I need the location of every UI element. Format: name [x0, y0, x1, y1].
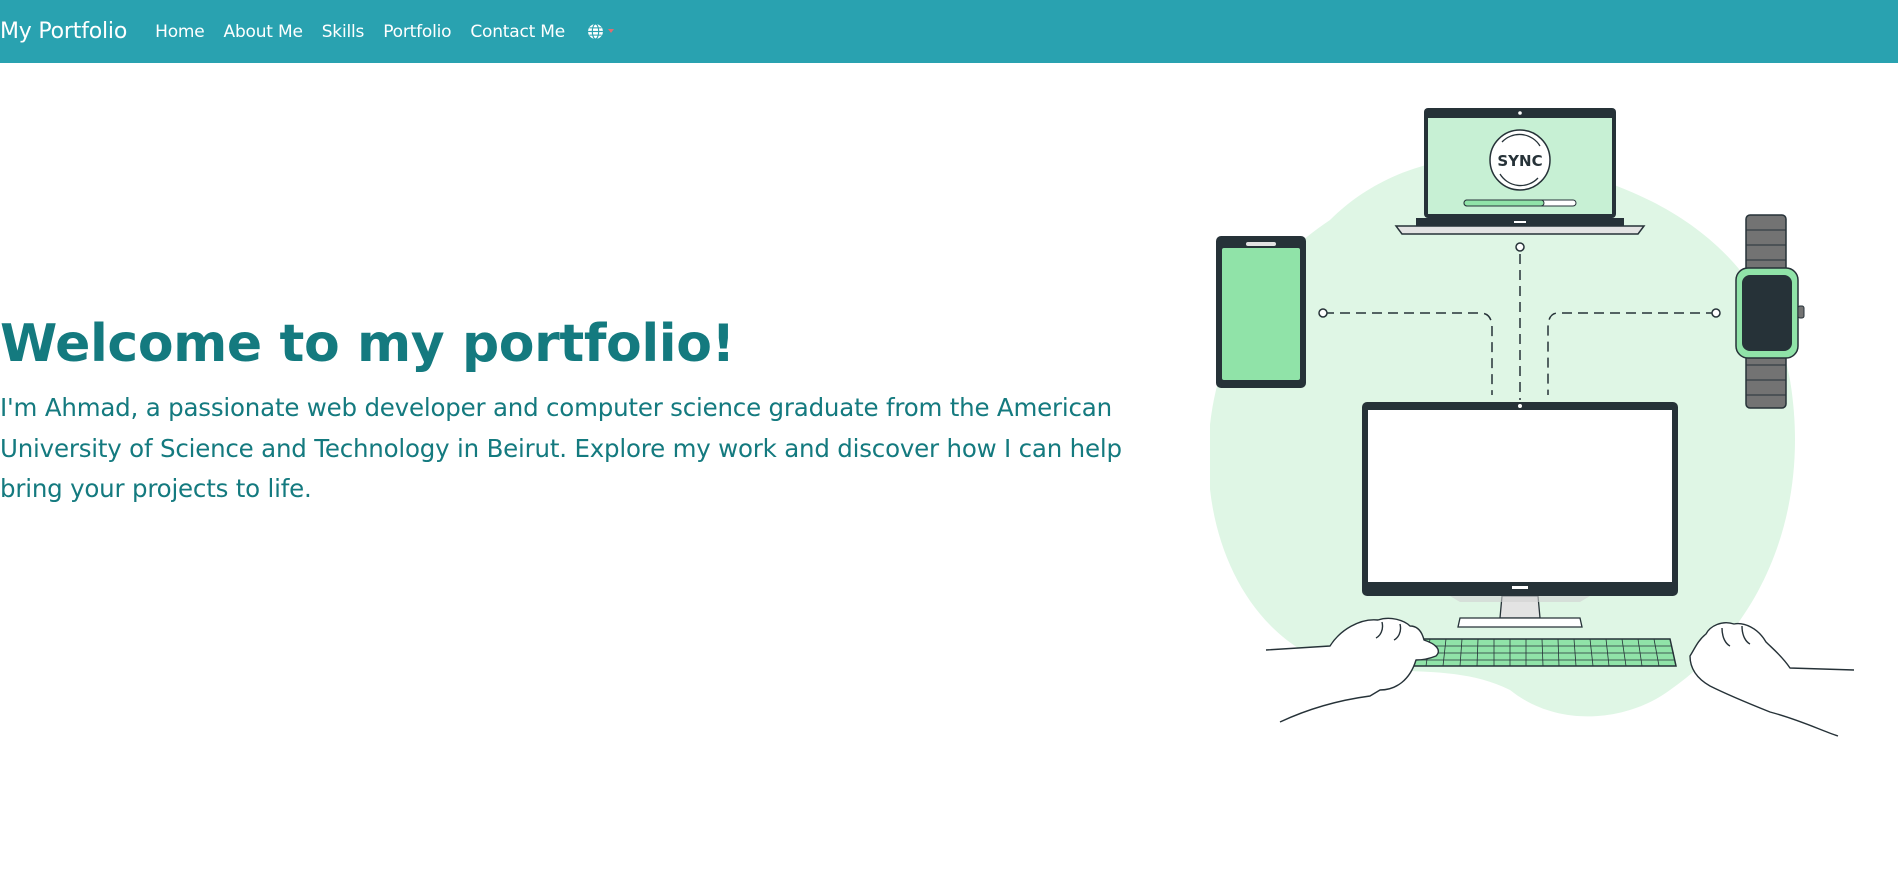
- right-hand-icon: [1689, 622, 1855, 737]
- devices-sync-illustration: SYNC: [1208, 100, 1860, 750]
- hero-title: Welcome to my portfolio!: [0, 314, 735, 374]
- tablet-icon: [1216, 236, 1306, 388]
- nav-link-contact-me[interactable]: Contact Me: [470, 22, 565, 42]
- smartwatch-icon: [1735, 214, 1805, 409]
- language-dropdown[interactable]: [587, 23, 614, 40]
- desktop-monitor-icon: [1362, 402, 1678, 628]
- globe-icon: [587, 23, 604, 40]
- nav-links: Home About Me Skills Portfolio Contact M…: [155, 22, 614, 42]
- brand-link[interactable]: My Portfolio: [0, 19, 127, 44]
- nav-link-skills[interactable]: Skills: [322, 22, 365, 42]
- navbar: My Portfolio Home About Me Skills Portfo…: [0, 0, 1898, 63]
- nav-link-home[interactable]: Home: [155, 22, 205, 42]
- laptop-icon: SYNC: [1394, 108, 1646, 235]
- hero-section: Welcome to my portfolio! I'm Ahmad, a pa…: [0, 312, 1140, 510]
- keyboard-icon: [1409, 638, 1677, 667]
- svg-text:SYNC: SYNC: [1497, 152, 1542, 170]
- nav-link-about-me[interactable]: About Me: [224, 22, 303, 42]
- caret-down-icon: [608, 28, 614, 33]
- nav-link-portfolio[interactable]: Portfolio: [383, 22, 451, 42]
- hero-text: I'm Ahmad, a passionate web developer an…: [0, 393, 1122, 503]
